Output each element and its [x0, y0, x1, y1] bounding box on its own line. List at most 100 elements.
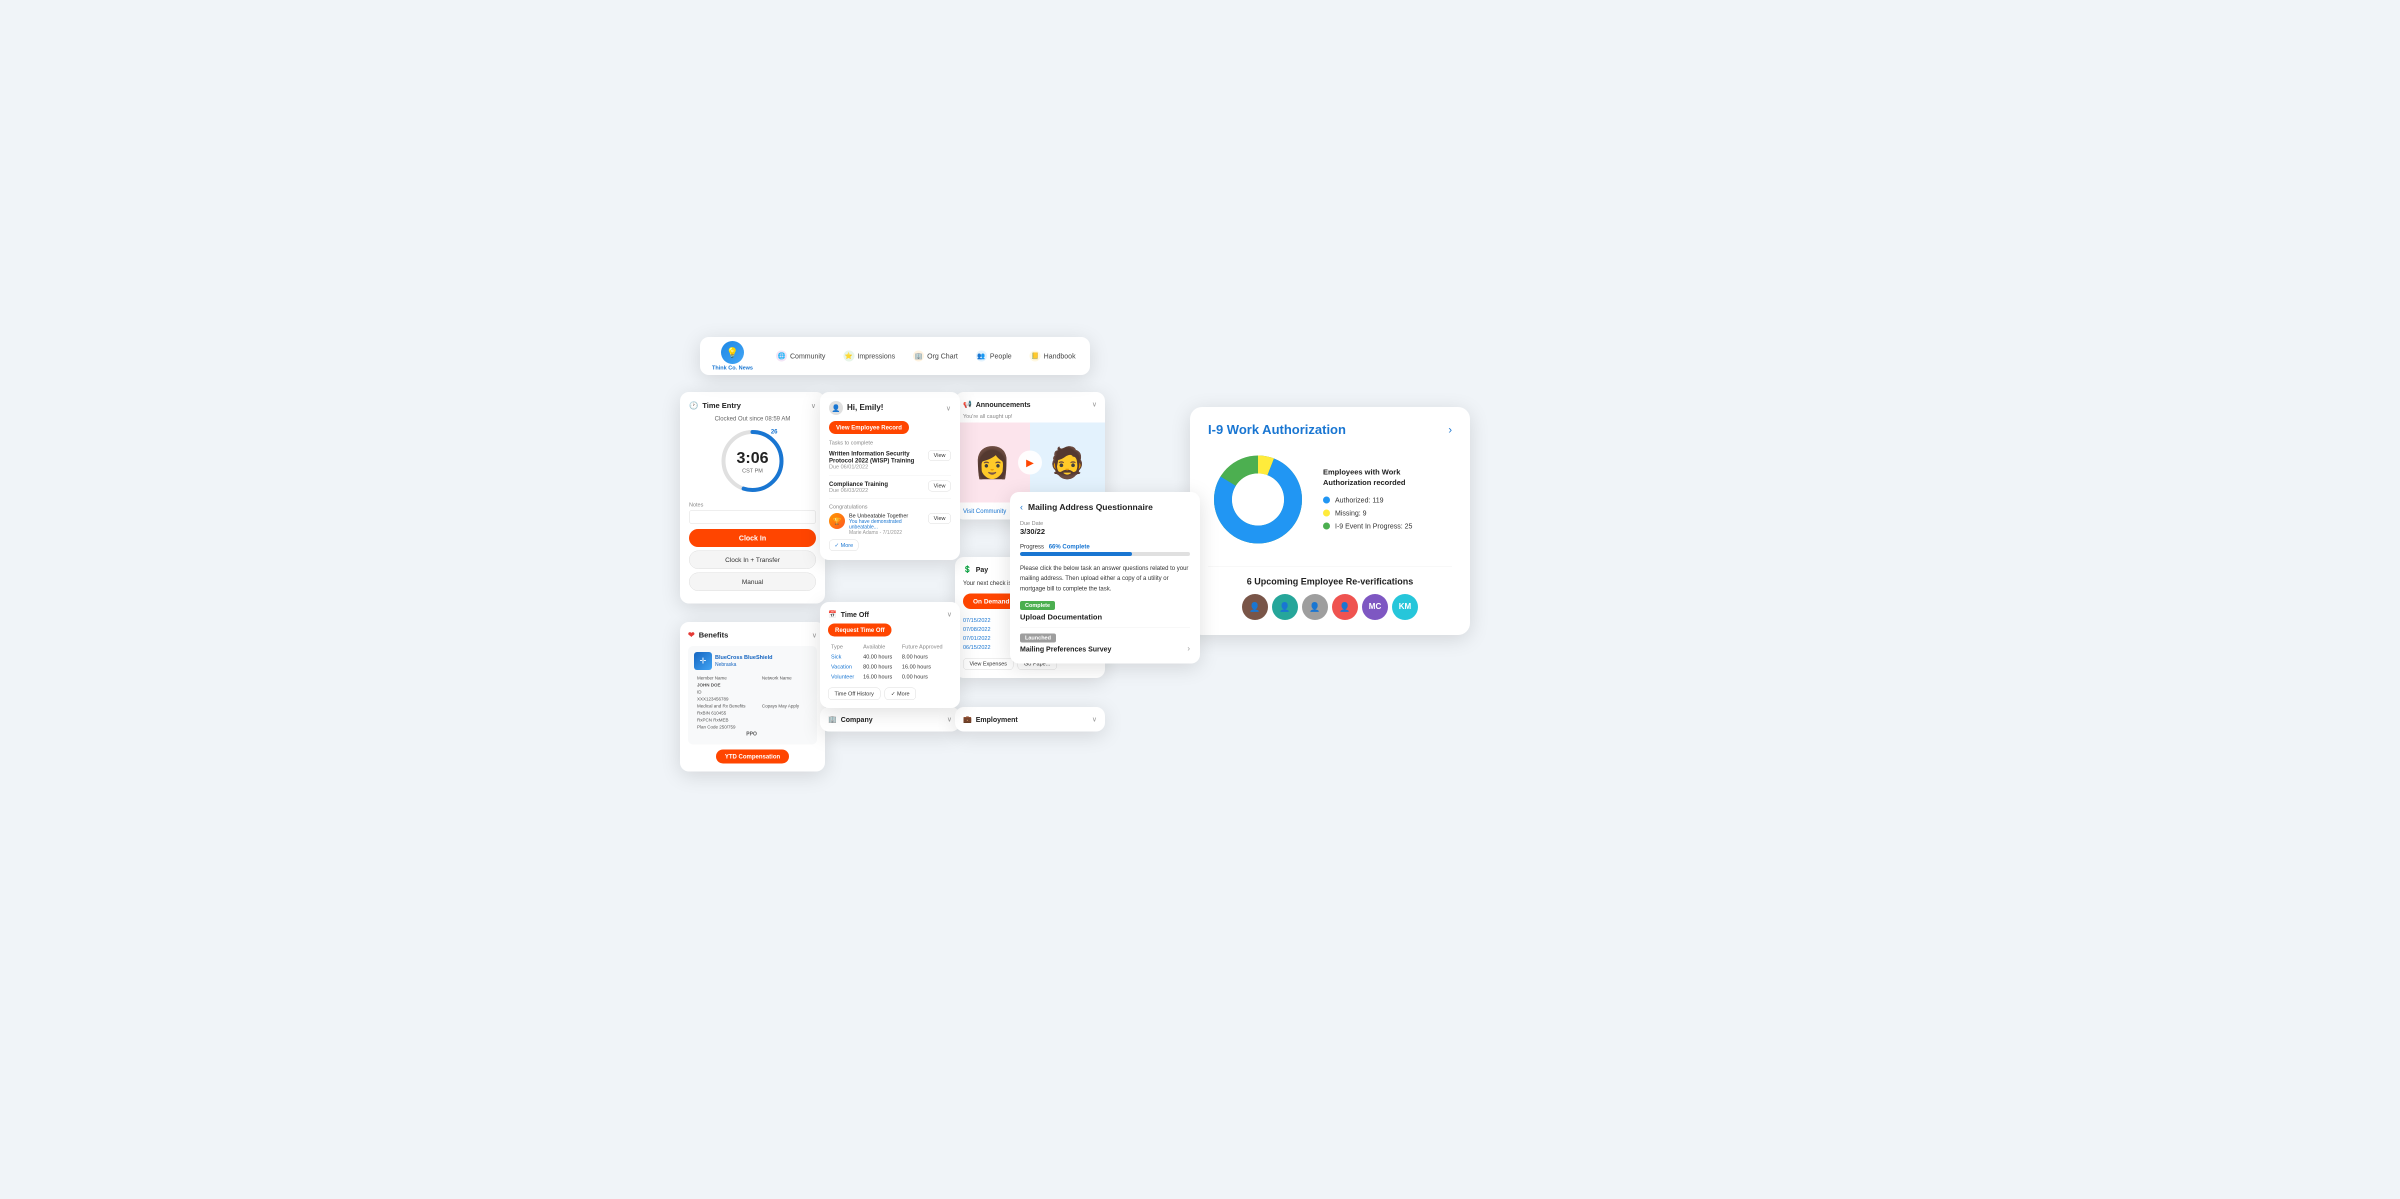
announce-chevron[interactable]: ∨	[1092, 400, 1097, 409]
company-row: 🏢 Company ∨	[828, 715, 952, 724]
legend-missing: Missing: 9	[1323, 509, 1412, 517]
insurer-state: Nebraska	[715, 661, 772, 668]
progress-bar-fill	[1020, 552, 1132, 556]
congrats-desc: You have demonstrated unbeatable...	[849, 519, 924, 530]
time-off-more-button[interactable]: ✓ More	[884, 688, 916, 701]
insurance-details: Member Name Network Name JOHN DOE ID XXX…	[694, 674, 811, 739]
due-date-field: Due Date 3/30/22	[1020, 521, 1190, 537]
ytd-compensation-button[interactable]: YTD Compensation	[716, 750, 789, 764]
bcbs-logo: ✛ BlueCross BlueShield Nebraska	[694, 652, 811, 670]
nav-item-handbook[interactable]: 📒 Handbook	[1023, 347, 1083, 366]
announcements-title: 📢 Announcements	[963, 400, 1031, 409]
handbook-icon: 📒	[1030, 351, 1041, 362]
mailing-description: Please click the below task an answer qu…	[1020, 563, 1190, 594]
people-icon: 👥	[976, 351, 987, 362]
task-view-button-2[interactable]: View	[928, 481, 951, 492]
survey-section: Launched	[1020, 633, 1190, 645]
due-date-label: Due Date	[1020, 521, 1190, 527]
task-name-2: Compliance Training	[829, 481, 928, 488]
time-entry-chevron[interactable]: ∨	[811, 401, 816, 410]
authorized-dot	[1323, 496, 1330, 503]
complete-badge: Complete	[1020, 601, 1055, 610]
nav-item-orgchart[interactable]: 🏢 Org Chart	[906, 347, 965, 366]
emily-card: 👤 Hi, Emily! ∨ View Employee Record Task…	[820, 392, 960, 560]
task-view-button-1[interactable]: View	[928, 450, 951, 461]
clock-face: 26 3:06 CST PM	[718, 426, 788, 496]
time-off-history-button[interactable]: Time Off History	[828, 688, 880, 701]
progress-field: Progress 66% Complete	[1020, 543, 1190, 556]
emily-chevron[interactable]: ∨	[946, 404, 951, 413]
congrats-label: Congratulations	[829, 504, 951, 510]
play-button[interactable]: ▶	[1018, 451, 1042, 475]
progress-bar-background	[1020, 552, 1190, 556]
survey-row[interactable]: Mailing Preferences Survey ›	[1020, 645, 1190, 654]
announcements-header: 📢 Announcements ∨	[955, 392, 1105, 414]
time-entry-header: 🕐 Time Entry ∨	[689, 401, 816, 410]
congrats-view-button[interactable]: View	[928, 513, 951, 524]
emily-header: 👤 Hi, Emily! ∨	[829, 401, 951, 415]
clock-number: 26	[771, 428, 778, 435]
complete-section: Complete	[1020, 601, 1190, 614]
missing-dot	[1323, 509, 1330, 516]
manual-button[interactable]: Manual	[689, 573, 816, 592]
congrats-info: Be Unbeatable Together You have demonstr…	[849, 513, 924, 536]
survey-title: Mailing Preferences Survey	[1020, 645, 1111, 653]
i9-reverification-label: 6 Upcoming Employee Re-verifications	[1208, 577, 1452, 588]
task-row-1: Written Information Security Protocol 20…	[829, 450, 951, 476]
company-icon: 🏢	[828, 715, 837, 724]
view-employee-record-button[interactable]: View Employee Record	[829, 421, 909, 434]
task-info-2: Compliance Training Due 06/03/2022	[829, 481, 928, 494]
calendar-icon: 📅	[828, 610, 837, 619]
legend-authorized: Authorized: 119	[1323, 496, 1412, 504]
time-entry-card: 🕐 Time Entry ∨ Clocked Out since 08:59 A…	[680, 392, 825, 604]
benefits-icon: ❤	[688, 630, 695, 640]
benefits-chevron[interactable]: ∨	[812, 631, 817, 640]
nav-item-impressions[interactable]: ⭐ Impressions	[836, 347, 902, 366]
in-progress-dot	[1323, 522, 1330, 529]
reverif-avatar-3: 👤	[1302, 594, 1328, 620]
employment-chevron[interactable]: ∨	[1092, 715, 1097, 724]
i9-chevron[interactable]: ›	[1448, 423, 1452, 436]
nav-bar: 💡 Think Co. News 🌐 Community ⭐ Impressio…	[700, 337, 1090, 375]
notes-input[interactable]	[689, 510, 816, 524]
progress-label: Progress 66% Complete	[1020, 543, 1190, 550]
time-off-table: Type Available Future Approved Sick 40.0…	[828, 642, 952, 683]
nav-item-community[interactable]: 🌐 Community	[769, 347, 832, 366]
task-info-1: Written Information Security Protocol 20…	[829, 450, 928, 470]
i9-divider	[1208, 566, 1452, 567]
nav-item-people[interactable]: 👥 People	[969, 347, 1019, 366]
benefits-title: ❤ Benefits	[688, 630, 728, 640]
task-name-1: Written Information Security Protocol 20…	[829, 450, 928, 464]
emily-avatar: 👤	[829, 401, 843, 415]
employment-title: 💼 Employment	[963, 715, 1018, 724]
clock-icon: 🕐	[689, 401, 698, 410]
request-time-off-button[interactable]: Request Time Off	[828, 624, 892, 637]
view-expenses-button[interactable]: View Expenses	[963, 658, 1014, 670]
clock-in-button[interactable]: Clock In	[689, 529, 816, 547]
employment-row: 💼 Employment ∨	[963, 715, 1097, 724]
congrats-author: Marie Adams - 7/1/2022	[849, 530, 924, 536]
survey-chevron: ›	[1187, 645, 1190, 654]
clock-transfer-button[interactable]: Clock In + Transfer	[689, 551, 816, 570]
reverif-avatar-km: KM	[1392, 594, 1418, 620]
pay-icon: 💲	[963, 565, 972, 574]
community-icon: 🌐	[776, 351, 787, 362]
due-date-value: 3/30/22	[1020, 528, 1190, 537]
more-button[interactable]: ✓ More	[829, 540, 859, 552]
insurance-card: ✛ BlueCross BlueShield Nebraska Member N…	[688, 646, 817, 745]
time-off-header: 📅 Time Off ∨	[828, 610, 952, 619]
orgchart-icon: 🏢	[913, 351, 924, 362]
time-off-title: 📅 Time Off	[828, 610, 869, 619]
clock-status: Clocked Out since 08:59 AM	[689, 415, 816, 422]
logo-area: 💡 Think Co. News	[710, 341, 755, 371]
company-chevron[interactable]: ∨	[947, 715, 952, 724]
back-button[interactable]: ‹	[1020, 502, 1023, 513]
company-card: 🏢 Company ∨	[820, 707, 960, 732]
i9-card: I-9 Work Authorization › Em	[1190, 407, 1470, 635]
timeoff-row-sick: Sick 40.00 hours 8.00 hours	[829, 653, 951, 662]
reverification-avatars: 👤 👤 👤 👤 MC KM	[1208, 594, 1452, 620]
clock-time-main: 3:06	[736, 448, 768, 467]
timeoff-row-volunteer: Volunteer 16.00 hours 0.00 hours	[829, 673, 951, 682]
time-off-chevron[interactable]: ∨	[947, 610, 952, 619]
tasks-label: Tasks to complete	[829, 440, 951, 446]
